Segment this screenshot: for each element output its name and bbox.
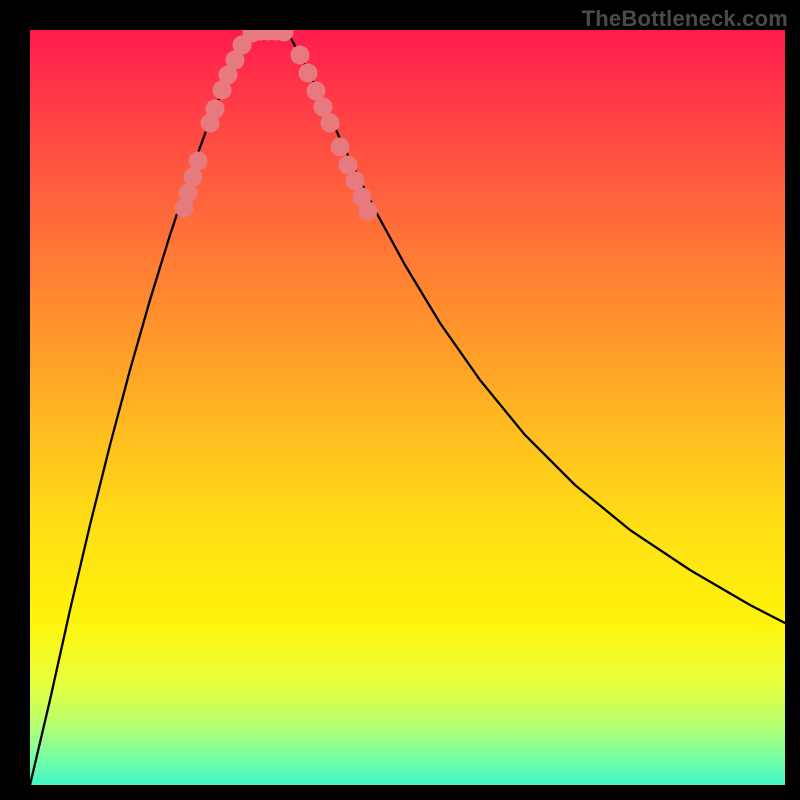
- watermark-label: TheBottleneck.com: [582, 6, 788, 32]
- data-point: [291, 46, 310, 65]
- chart-frame: TheBottleneck.com: [0, 0, 800, 800]
- data-point: [299, 64, 318, 83]
- data-point: [206, 100, 225, 119]
- data-point-markers: [175, 30, 378, 221]
- bottleneck-curve: [30, 31, 785, 785]
- bottleneck-curve-path: [30, 31, 785, 785]
- data-point: [321, 114, 340, 133]
- curve-layer: [30, 30, 785, 785]
- data-point: [189, 152, 208, 171]
- data-point: [331, 138, 350, 157]
- data-point: [359, 202, 378, 221]
- plot-area: [30, 30, 785, 785]
